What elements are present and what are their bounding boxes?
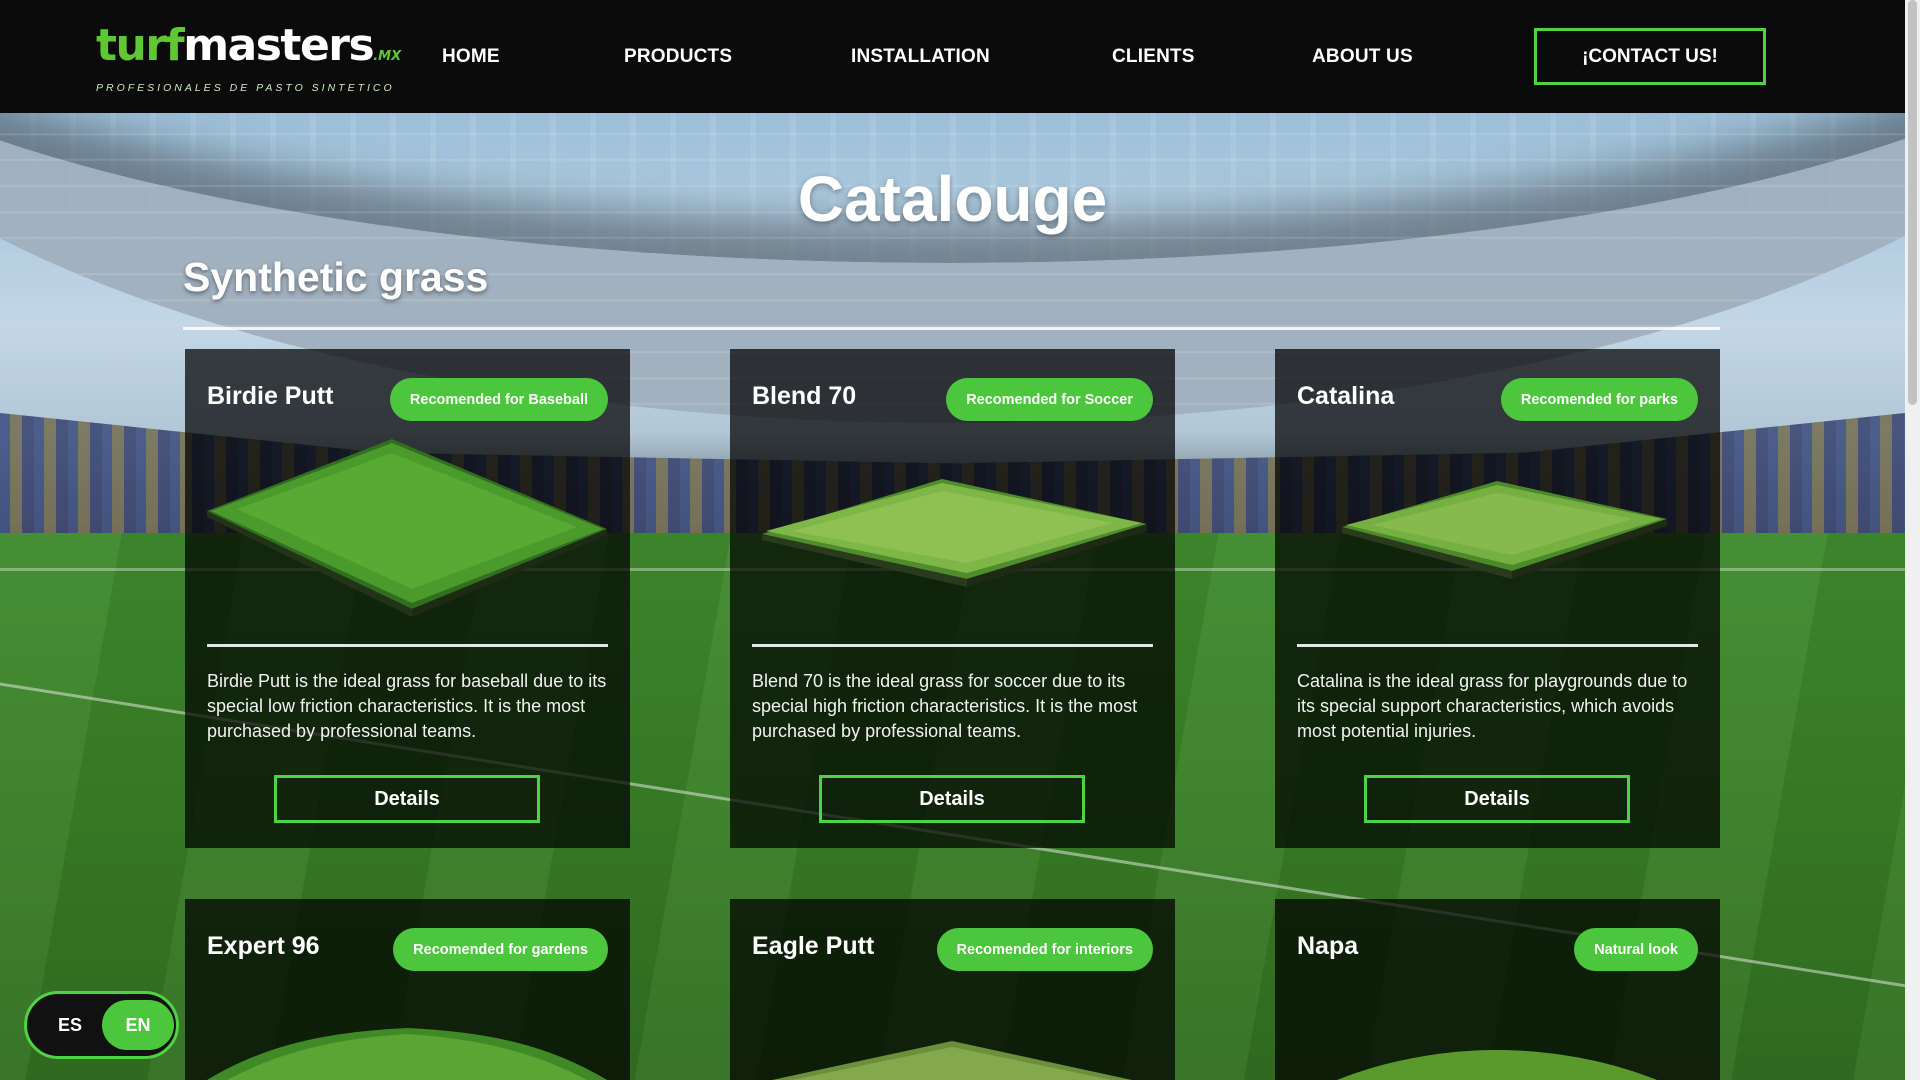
turf-sample-image: [207, 1028, 607, 1080]
section-title: Synthetic grass: [183, 254, 489, 300]
nav-installation[interactable]: INSTALLATION: [851, 46, 990, 68]
product-card: Birdie Putt Recomended for Baseball Bird…: [185, 349, 630, 848]
turf-sample-image: [207, 439, 607, 617]
product-description: Blend 70 is the ideal grass for soccer d…: [752, 671, 1138, 741]
product-name: Catalina: [1297, 382, 1395, 410]
details-button[interactable]: Details: [819, 775, 1085, 823]
nav-home[interactable]: HOME: [442, 46, 500, 68]
product-name: Birdie Putt: [207, 382, 334, 410]
turf-sample-image: [762, 479, 1147, 587]
product-badge: Recomended for Soccer: [946, 378, 1153, 421]
logo-turf: turf: [96, 20, 185, 71]
language-option-es[interactable]: ES: [41, 1002, 99, 1048]
turf-sample-image: [1337, 1050, 1657, 1080]
page-scrollbar[interactable]: [1905, 0, 1920, 1080]
logo-wordmark: turfmasters.MX: [96, 20, 401, 81]
language-toggle[interactable]: ES EN: [24, 991, 179, 1059]
nav-clients[interactable]: CLIENTS: [1112, 46, 1195, 68]
logo-tagline: PROFESIONALES DE PASTO SINTETICO: [96, 82, 395, 94]
language-option-en[interactable]: EN: [102, 1000, 174, 1050]
product-card: Expert 96 Recomended for gardens: [185, 899, 630, 1080]
product-name: Eagle Putt: [752, 932, 875, 960]
product-badge: Recomended for gardens: [393, 928, 608, 971]
product-card: Catalina Recomended for parks Catalina i…: [1275, 349, 1720, 848]
product-badge: Recomended for parks: [1500, 378, 1698, 421]
card-divider: [752, 644, 1153, 647]
product-name: Napa: [1297, 932, 1359, 960]
product-card: Napa Natural look: [1275, 899, 1720, 1080]
product-name: Expert 96: [207, 932, 320, 960]
product-badge: Natural look: [1574, 928, 1698, 971]
section-divider: [183, 327, 1720, 330]
turfmasters-logo[interactable]: turfmasters.MX PROFESIONALES DE PASTO SI…: [96, 20, 401, 95]
product-badge: Recomended for Baseball: [389, 378, 608, 421]
nav-products[interactable]: PRODUCTS: [624, 46, 732, 68]
contact-us-button[interactable]: ¡CONTACT US!: [1534, 28, 1766, 85]
product-description: Catalina is the ideal grass for playgrou…: [1297, 671, 1688, 741]
page-title: Catalouge: [797, 163, 1108, 235]
site-header: turfmasters.MX PROFESIONALES DE PASTO SI…: [0, 0, 1905, 113]
turf-sample-image: [1342, 481, 1667, 579]
logo-masters: masters: [183, 20, 375, 71]
details-button[interactable]: Details: [274, 775, 540, 823]
turf-sample-image: [772, 1041, 1132, 1080]
product-description: Birdie Putt is the ideal grass for baseb…: [207, 671, 607, 741]
logo-suffix: .MX: [373, 49, 402, 64]
product-card: Eagle Putt Recomended for interiors: [730, 899, 1175, 1080]
nav-about-us[interactable]: ABOUT US: [1312, 46, 1413, 68]
scrollbar-thumb[interactable]: [1908, 0, 1917, 405]
product-badge: Recomended for interiors: [936, 928, 1153, 971]
card-divider: [207, 644, 608, 647]
product-card: Blend 70 Recomended for Soccer Blend 70 …: [730, 349, 1175, 848]
card-divider: [1297, 644, 1698, 647]
product-name: Blend 70: [752, 382, 857, 410]
details-button[interactable]: Details: [1364, 775, 1630, 823]
